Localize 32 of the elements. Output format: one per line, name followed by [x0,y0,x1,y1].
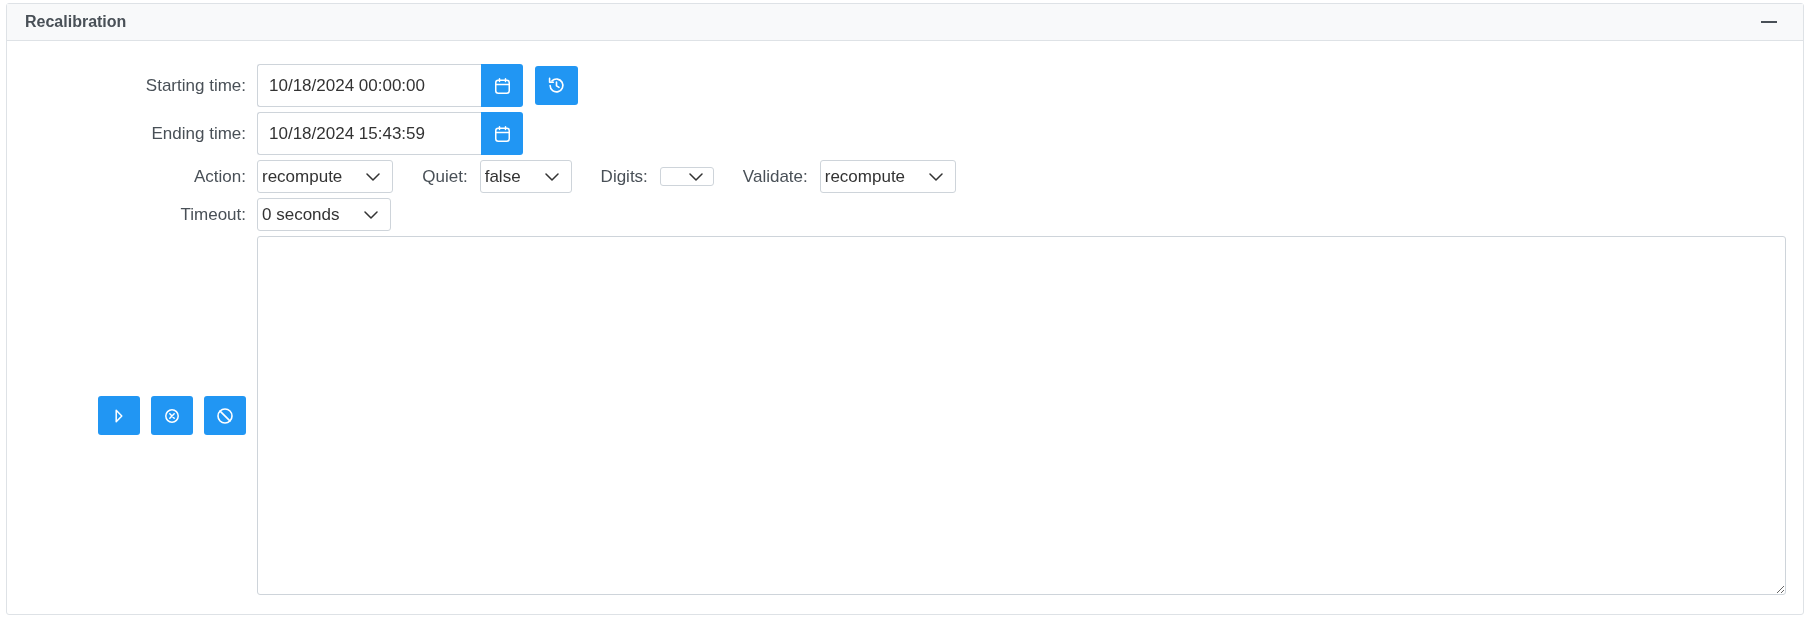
chevron-down-icon [688,172,703,181]
history-icon [548,77,565,94]
chevron-down-icon [544,172,559,181]
calendar-button[interactable] [481,112,523,155]
field-label: Starting time: [145,75,246,96]
history-button[interactable] [535,66,578,105]
chevron-down-icon [366,172,381,181]
field-label: Digits: [600,166,648,187]
ban-icon [217,407,233,424]
calendar-icon [494,125,510,142]
field-label: Action: [194,166,246,187]
chevron-down-icon [363,210,378,219]
dropdown-field[interactable]: recompute [257,160,394,193]
dropdown-field[interactable]: false [479,160,572,193]
chevron-down-icon [929,172,944,181]
dropdown-field[interactable] [659,167,714,186]
field-label: Ending time: [151,123,246,144]
block-button[interactable] [204,396,246,435]
field-label: Validate: [742,166,808,187]
field-label: Quiet: [422,166,468,187]
calendar-icon [494,77,510,94]
dropdown-field[interactable]: recompute [819,160,957,193]
field-label: Timeout: [180,204,246,225]
date-time-field[interactable]: 10/18/2024 00:00:00 [257,64,481,107]
play-button[interactable] [98,396,140,435]
x-circle-icon [165,408,179,423]
play-icon [115,408,123,423]
calendar-button[interactable] [481,64,523,107]
dropdown-field[interactable]: 0 seconds [257,198,391,231]
cancel-button[interactable] [151,396,193,435]
panel-title: Recalibration [25,13,127,31]
date-time-field[interactable]: 10/18/2024 15:43:59 [257,112,481,155]
